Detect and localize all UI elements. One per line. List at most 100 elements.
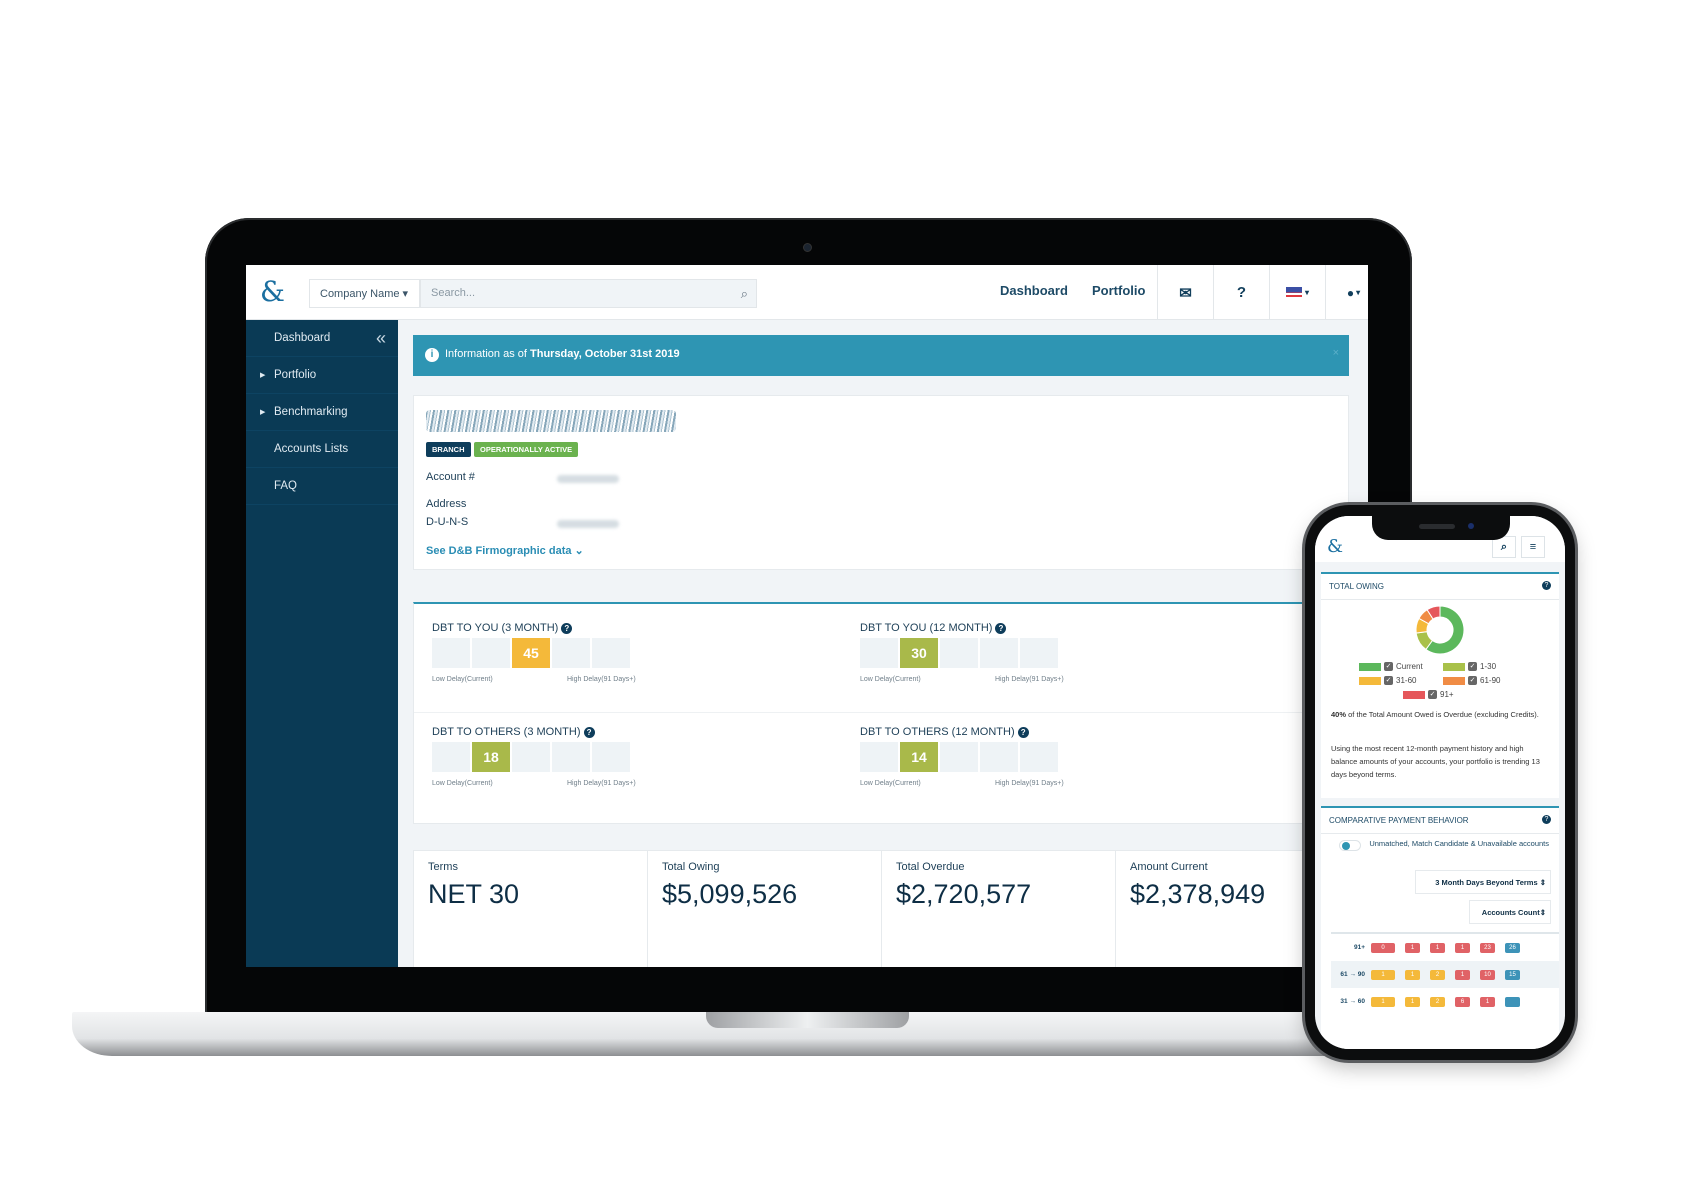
checkbox-icon[interactable]: ✓ [1468,676,1477,685]
cpb-cell[interactable] [1505,996,1520,1007]
collapse-sidebar-icon[interactable]: « [376,320,386,357]
legend-swatch [1403,690,1425,699]
cpb-cell[interactable]: 6 [1455,996,1470,1007]
us-flag-icon [1285,287,1302,298]
cpb-cell[interactable]: 1 [1480,996,1495,1007]
kpi-value: $2,720,577 [896,879,1032,909]
dbt-scale-bar: 45 [432,638,630,668]
dbt-segment [552,638,590,668]
close-icon[interactable]: × [1333,347,1339,359]
kpi-label: Total Owing [662,861,720,873]
cpb-cell[interactable]: 26 [1505,942,1520,953]
overdue-percent: 40% [1331,710,1347,719]
dbt-segment [940,742,978,772]
cpb-cell[interactable]: 0 [1371,942,1395,953]
cpb-cell[interactable]: 15 [1505,969,1520,980]
panel-title-text: TOTAL OWING [1329,582,1384,591]
help-icon[interactable]: ? [1017,727,1029,738]
sidebar-item-dashboard[interactable]: Dashboard « [246,320,398,357]
user-menu[interactable]: ● ▾ [1325,265,1368,320]
overdue-text: of the Total Amount Owed is Overdue (exc… [1346,710,1539,719]
checkbox-icon[interactable]: ✓ [1384,662,1393,671]
cpb-row: 31 → 60 1 1 2 6 1 [1331,988,1559,1015]
status-badge: OPERATIONALLY ACTIVE [474,442,579,457]
mobile-menu-button[interactable]: ≡ [1521,536,1545,558]
search-icon: ⌕ [1500,540,1508,553]
cpb-cell[interactable]: 1 [1371,996,1395,1007]
help-icon[interactable]: ? [1542,815,1551,824]
high-delay-label: High Delay(91 Days+) [995,780,1064,787]
sidebar-item-benchmarking[interactable]: ▶ Benchmarking [246,394,398,431]
company-name-dropdown[interactable]: Company Name ▾ [309,279,420,308]
days-beyond-terms-select[interactable]: 3 Month Days Beyond Terms ⇕ [1415,870,1551,894]
cpb-cell[interactable]: 1 [1430,942,1445,953]
dbt-segment: 30 [900,638,938,668]
nav-portfolio[interactable]: Portfolio [1092,283,1145,298]
checkbox-icon[interactable]: ✓ [1384,676,1393,685]
search-placeholder: Search... [431,287,476,299]
cpb-cell[interactable]: 23 [1480,942,1495,953]
checkbox-icon[interactable]: ✓ [1468,662,1477,671]
help-icon[interactable]: ? [995,623,1007,634]
toggle-knob [1342,842,1350,850]
help-icon[interactable]: ? [1213,265,1269,320]
sidebar-item-label: Portfolio [274,369,317,381]
legend-item[interactable]: ✓ Current [1359,662,1423,671]
cpb-cell[interactable]: 2 [1430,996,1445,1007]
legend-swatch [1359,662,1381,671]
banner-date: Thursday, October 31st 2019 [530,348,680,360]
cpb-cell[interactable]: 1 [1405,969,1420,980]
info-icon: i [425,348,439,362]
low-delay-label: Low Delay(Current) [432,676,493,683]
cpb-cell[interactable]: 10 [1480,969,1495,980]
legend-item[interactable]: ✓ 1-30 [1443,662,1496,671]
help-icon[interactable]: ? [583,727,595,738]
search-input[interactable]: Search... ⌕ [420,279,757,308]
legend-label: Current [1396,662,1423,671]
legend-item[interactable]: ✓ 61-90 [1443,676,1500,685]
dbt-title: DBT TO OTHERS (12 MONTH)? [860,726,1029,738]
cpb-cell[interactable]: 1 [1405,942,1420,953]
dbt-segment [860,638,898,668]
total-owing-title: TOTAL OWING? [1321,574,1559,600]
legend-label: 31-60 [1396,676,1417,685]
cpb-cell[interactable]: 1 [1371,969,1395,980]
dbt-scale-bar: 30 [860,638,1058,668]
dbt-scale-bar: 18 [432,742,630,772]
user-icon: ● [1346,285,1355,300]
dbt-segment [592,742,630,772]
company-name-redacted [426,410,676,432]
unmatched-toggle[interactable] [1339,840,1361,851]
phone-screen: & ⌕ ≡ TOTAL OWING? ✓ Current ✓ 1-30 ✓ 31-60 ✓ 6… [1315,516,1565,1049]
mail-icon[interactable]: ✉ [1157,265,1213,320]
legend-item[interactable]: ✓ 91+ [1403,690,1454,699]
cpb-cell[interactable]: 1 [1405,996,1420,1007]
info-banner: i Information as of Thursday, October 31… [413,335,1349,376]
sidebar-item-faq[interactable]: FAQ [246,468,398,505]
banner-text: Information as of [445,348,530,360]
language-flag-dropdown[interactable]: ▾ [1269,265,1325,320]
help-icon[interactable]: ? [561,623,573,634]
nav-dashboard[interactable]: Dashboard [1000,283,1068,298]
sidebar-item-portfolio[interactable]: ▶ Portfolio [246,357,398,394]
help-icon[interactable]: ? [1542,581,1551,590]
cpb-cell[interactable]: 1 [1455,942,1470,953]
sidebar-item-accounts-lists[interactable]: Accounts Lists [246,431,398,468]
search-icon[interactable]: ⌕ [741,286,748,302]
phone-camera [1468,523,1474,529]
cpb-cell[interactable]: 1 [1455,969,1470,980]
firmographic-data-link[interactable]: See D&B Firmographic data ⌄ [426,544,584,557]
accounts-count-select[interactable]: Accounts Count⇕ [1469,900,1551,924]
dnb-logo-icon[interactable]: & [1327,536,1343,557]
dbt-segment [432,638,470,668]
checkbox-icon[interactable]: ✓ [1428,690,1437,699]
cpb-cell[interactable]: 2 [1430,969,1445,980]
dbt-segment [1020,638,1058,668]
legend-label: 91+ [1440,690,1454,699]
address-label: Address [426,498,467,510]
kpi-tile: Total Overdue $2,720,577 [882,851,1116,967]
legend-item[interactable]: ✓ 31-60 [1359,676,1416,685]
dnb-logo-icon[interactable]: & [260,275,285,308]
cpb-row-label: 31 → 60 [1340,998,1365,1005]
comparative-payment-panel: COMPARATIVE PAYMENT BEHAVIOR? Unmatched,… [1321,806,1559,1049]
